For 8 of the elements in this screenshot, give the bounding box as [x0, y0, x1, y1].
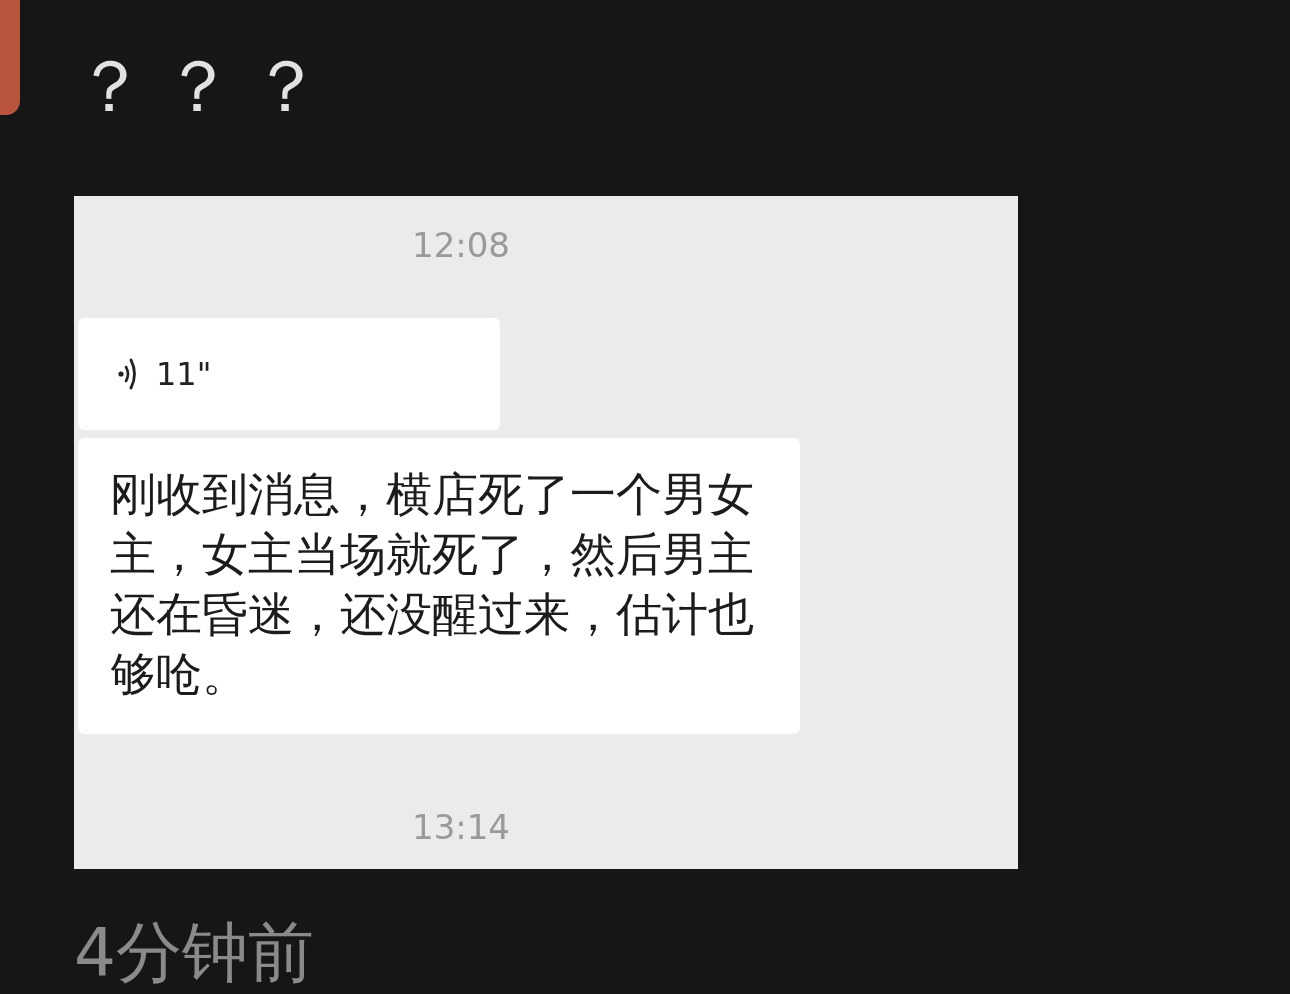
caption-text: ？？？	[74, 46, 338, 126]
message-time: 12:08	[412, 224, 510, 266]
voice-duration: 11"	[156, 355, 212, 393]
voice-wave-icon	[118, 356, 138, 392]
message-text: 刚收到消息，横店死了一个男女主，女主当场就死了，然后男主还在昏迷，还没醒过来，估计也够呛。	[110, 466, 755, 703]
voice-message-bubble[interactable]: 11"	[78, 318, 500, 430]
post-time: 4分钟前	[74, 917, 314, 989]
message-time: 13:14	[412, 806, 510, 848]
